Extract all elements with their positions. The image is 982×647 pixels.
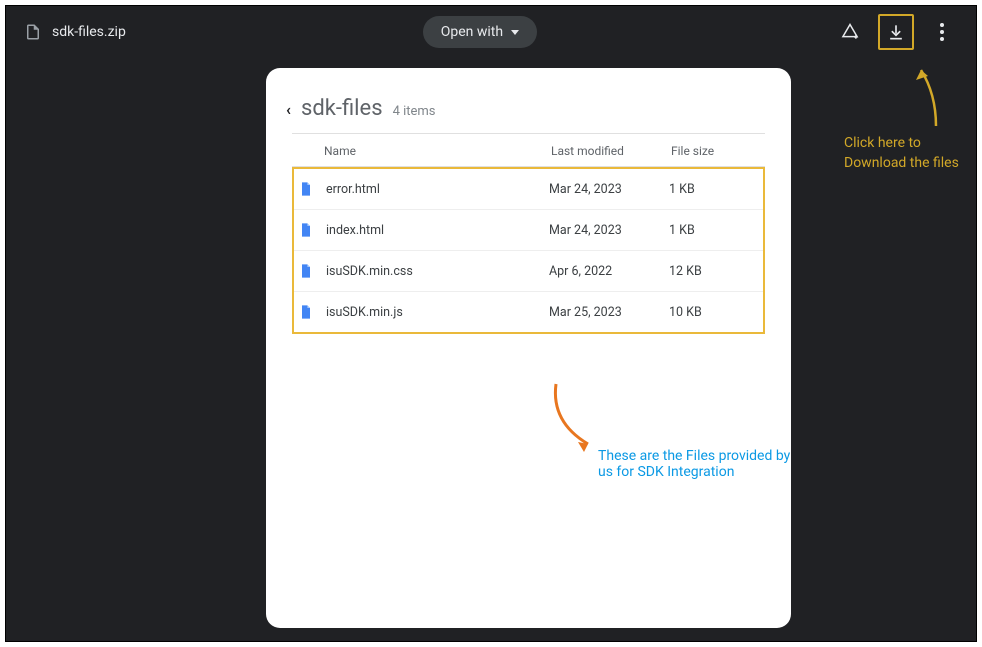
file-modified: Mar 24, 2023 — [549, 182, 669, 197]
yellow-arrow-annotation — [908, 64, 948, 132]
more-options-button[interactable] — [926, 16, 958, 48]
more-vertical-icon — [940, 23, 944, 41]
file-name: isuSDK.min.js — [326, 305, 549, 320]
file-modified: Apr 6, 2022 — [549, 264, 669, 279]
file-size: 12 KB — [669, 264, 759, 279]
topbar-actions — [834, 14, 958, 50]
caret-down-icon — [511, 30, 519, 35]
file-modified: Mar 24, 2023 — [549, 223, 669, 238]
col-modified: Last modified — [551, 144, 671, 158]
document-icon — [24, 21, 42, 43]
file-name: error.html — [326, 182, 549, 197]
file-size: 1 KB — [669, 182, 759, 197]
preview-card: ‹ sdk-files 4 items Name Last modified F… — [266, 68, 791, 628]
file-size: 10 KB — [669, 305, 759, 320]
orange-arrow-annotation — [546, 382, 606, 457]
file-type-icon — [298, 179, 314, 199]
topbar: sdk-files.zip Open with — [6, 6, 976, 58]
folder-name: sdk-files — [301, 96, 383, 121]
file-type-icon — [298, 302, 314, 322]
file-row[interactable]: index.html Mar 24, 2023 1 KB — [294, 210, 763, 251]
download-button[interactable] — [880, 16, 912, 48]
item-count: 4 items — [393, 104, 436, 119]
yellow-annotation-text: Click here to Download the files — [844, 134, 974, 173]
file-size: 1 KB — [669, 223, 759, 238]
blue-annotation-text: These are the Files provided by us for S… — [598, 448, 791, 480]
add-to-drive-button[interactable] — [834, 16, 866, 48]
file-row[interactable]: isuSDK.min.js Mar 25, 2023 10 KB — [294, 292, 763, 332]
files-highlight-box: error.html Mar 24, 2023 1 KB index.html … — [292, 167, 765, 334]
open-with-label: Open with — [441, 24, 503, 40]
viewer-window: sdk-files.zip Open with ‹ sdk-files 4 — [5, 5, 977, 642]
file-row[interactable]: isuSDK.min.css Apr 6, 2022 12 KB — [294, 251, 763, 292]
file-title: sdk-files.zip — [52, 24, 126, 40]
file-type-icon — [298, 261, 314, 281]
file-modified: Mar 25, 2023 — [549, 305, 669, 320]
file-row[interactable]: error.html Mar 24, 2023 1 KB — [294, 169, 763, 210]
card-header: ‹ sdk-files 4 items — [266, 96, 791, 133]
download-button-highlight — [878, 14, 914, 50]
file-name: isuSDK.min.css — [326, 264, 549, 279]
file-name: index.html — [326, 223, 549, 238]
col-size: File size — [671, 144, 761, 158]
open-with-button[interactable]: Open with — [423, 16, 537, 48]
back-chevron-icon[interactable]: ‹ — [286, 100, 291, 119]
table-header: Name Last modified File size — [292, 133, 765, 167]
file-type-icon — [298, 220, 314, 240]
col-name: Name — [324, 144, 551, 158]
